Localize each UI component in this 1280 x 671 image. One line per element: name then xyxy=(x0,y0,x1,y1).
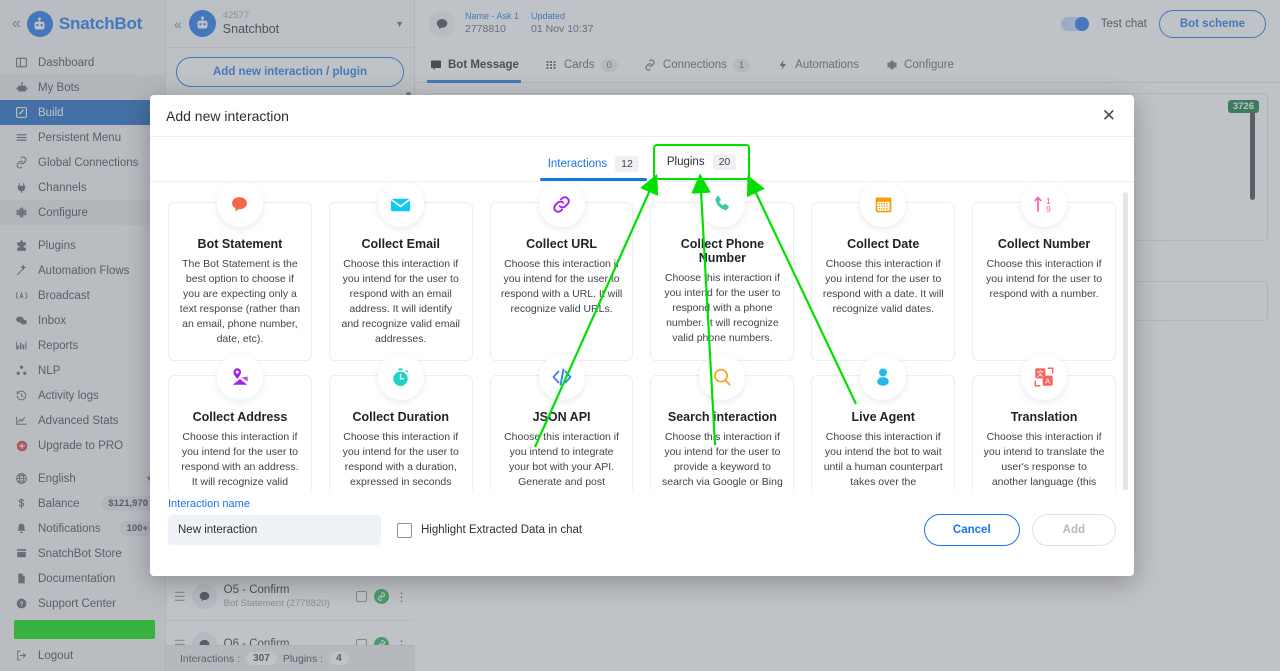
card-title: Translation xyxy=(1010,410,1078,425)
card-description: Choose this interaction if you intend to… xyxy=(504,431,620,489)
phone-handset-icon xyxy=(699,182,746,227)
envelope-icon xyxy=(377,182,424,227)
highlight-extracted-data-checkbox[interactable]: Highlight Extracted Data in chat xyxy=(397,522,583,538)
cancel-button[interactable]: Cancel xyxy=(923,514,1020,546)
card-description: Choose this interaction if you intend fo… xyxy=(822,258,944,315)
tab-interactions[interactable]: Interactions 12 xyxy=(534,156,653,181)
add-interaction-modal: Add new interaction ✕ Interactions 12 Pl… xyxy=(150,95,1134,576)
card-title: JSON API xyxy=(532,410,591,425)
modal-footer: Interaction name Highlight Extracted Dat… xyxy=(150,490,1134,576)
svg-text:9: 9 xyxy=(1046,204,1051,214)
card-translation[interactable]: 文A Translation Choose this interaction i… xyxy=(972,354,1116,490)
modal-action-buttons: Cancel Add xyxy=(923,514,1116,546)
card-description: The Bot Statement is the best option to … xyxy=(179,258,301,345)
magnifier-icon xyxy=(699,354,746,401)
interaction-name-input[interactable] xyxy=(168,515,381,545)
card-collect-phone-number[interactable]: Collect Phone Number Choose this interac… xyxy=(650,182,795,362)
card-title: Collect Duration xyxy=(352,410,450,425)
card-collect-email[interactable]: Collect Email Choose this interaction if… xyxy=(328,182,473,362)
card-description: Choose this interaction if you intend fo… xyxy=(342,431,459,489)
tab-label: Interactions xyxy=(547,158,608,170)
modal-title: Add new interaction xyxy=(166,107,289,124)
card-title: Collect Email xyxy=(361,237,440,251)
card-description: Choose this interaction if you intend fo… xyxy=(181,431,299,489)
checkbox-box[interactable] xyxy=(397,522,412,538)
translate-icon: 文A xyxy=(1021,354,1068,401)
modal-card-grid-scroll[interactable]: Bot Statement The Bot Statement is the b… xyxy=(150,182,1134,490)
calendar-icon xyxy=(860,182,907,227)
card-bot-statement[interactable]: Bot Statement The Bot Statement is the b… xyxy=(168,182,312,362)
map-pin-icon xyxy=(216,354,263,401)
app-root: « SnatchBot Dashboard My Bots Build Pers… xyxy=(0,0,1280,671)
card-json-api[interactable]: JSON API Choose this interaction if you … xyxy=(489,354,634,490)
card-title: Live Agent xyxy=(851,410,915,425)
tab-label: Plugins xyxy=(666,156,705,168)
modal-scrollbar[interactable] xyxy=(1123,192,1128,490)
modal-header: Add new interaction ✕ xyxy=(150,95,1134,137)
card-description: Choose this interaction if you intend fo… xyxy=(661,431,783,489)
tab-plugins[interactable]: Plugins 20 xyxy=(652,144,751,180)
card-description: Choose this interaction if you intend fo… xyxy=(500,258,623,315)
card-search-interaction[interactable]: Search interaction Choose this interacti… xyxy=(650,354,795,490)
card-description: Choose this interaction if you intend fo… xyxy=(985,258,1103,300)
card-collect-duration[interactable]: Collect Duration Choose this interaction… xyxy=(328,354,473,490)
number-arrow-icon: 19 xyxy=(1021,182,1068,227)
card-title: Collect Number xyxy=(997,237,1091,251)
card-collect-date[interactable]: Collect Date Choose this interaction if … xyxy=(811,182,956,362)
chain-link-icon xyxy=(538,182,585,227)
person-circle-icon xyxy=(860,354,907,401)
checkbox-label: Highlight Extracted Data in chat xyxy=(421,524,583,536)
code-brackets-icon xyxy=(538,354,585,401)
card-description: Choose this interaction if you intend th… xyxy=(823,431,943,489)
card-collect-url[interactable]: Collect URL Choose this interaction if y… xyxy=(489,182,634,362)
card-collect-address[interactable]: Collect Address Choose this interaction … xyxy=(168,354,312,490)
card-live-agent[interactable]: Live Agent Choose this interaction if yo… xyxy=(811,354,956,490)
tab-count: 12 xyxy=(615,156,639,172)
stopwatch-icon xyxy=(377,354,424,401)
svg-text:A: A xyxy=(1045,377,1050,386)
card-title: Collect Date xyxy=(847,237,920,251)
add-button: Add xyxy=(1031,514,1116,546)
card-title: Collect URL xyxy=(526,237,597,251)
interaction-name-label: Interaction name xyxy=(168,498,250,510)
modal-footer-row: Highlight Extracted Data in chat Cancel … xyxy=(168,514,1116,546)
card-title: Search interaction xyxy=(667,410,777,425)
card-collect-number[interactable]: 19 Collect Number Choose this interactio… xyxy=(972,182,1116,362)
speech-bubble-icon xyxy=(216,182,263,227)
modal-tabs: Interactions 12 Plugins 20 xyxy=(150,137,1134,182)
card-title: Collect Phone Number xyxy=(680,237,765,265)
close-icon[interactable]: ✕ xyxy=(1102,107,1116,124)
tab-count: 20 xyxy=(712,154,737,170)
card-description: Choose this interaction if you intend fo… xyxy=(664,272,781,344)
card-title: Bot Statement xyxy=(197,237,283,251)
card-description: Choose this interaction if you intend fo… xyxy=(341,258,460,345)
card-description: Choose this interaction if you intend to… xyxy=(983,431,1105,489)
interaction-card-grid: Bot Statement The Bot Statement is the b… xyxy=(168,182,1116,490)
card-title: Collect Address xyxy=(192,410,288,425)
